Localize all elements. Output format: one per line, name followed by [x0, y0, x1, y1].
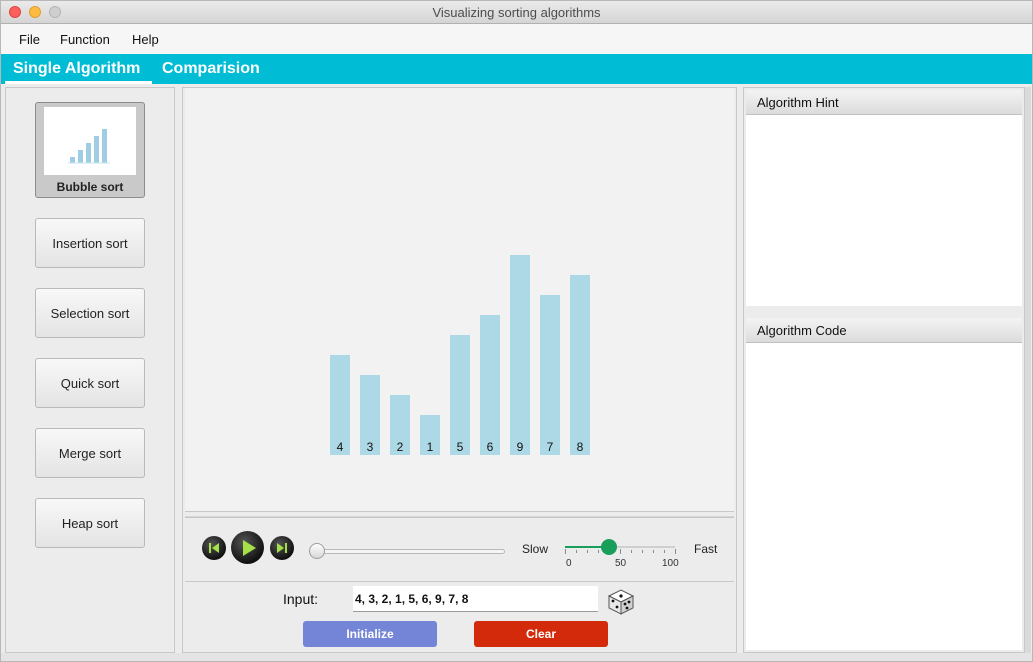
- insertion-sort-button[interactable]: Insertion sort: [35, 218, 145, 268]
- playback-controls: Slow 0 50 100 Fast: [185, 520, 734, 582]
- algorithm-list-panel: Bubble sort Insertion sort Selection sor…: [5, 87, 175, 653]
- heap-sort-button[interactable]: Heap sort: [35, 498, 145, 548]
- menu-help[interactable]: Help: [132, 32, 159, 47]
- speed-slow-label: Slow: [522, 542, 549, 556]
- value-bar-label: 8: [576, 440, 584, 454]
- speed-slider-thumb[interactable]: [601, 539, 617, 555]
- initialize-button[interactable]: Initialize: [303, 621, 437, 647]
- value-bar: [570, 275, 590, 455]
- window-title: Visualizing sorting algorithms: [432, 5, 601, 20]
- tab-single-algorithm[interactable]: Single Algorithm: [13, 60, 140, 78]
- speed-tick-label-mid: 50: [615, 558, 627, 569]
- speed-slider-track[interactable]: [565, 546, 675, 548]
- algorithm-hint-header: Algorithm Hint: [746, 90, 1022, 115]
- bubble-sort-button[interactable]: Bubble sort: [35, 102, 145, 198]
- heap-sort-label: Heap sort: [61, 515, 119, 531]
- value-bar-label: 3: [366, 440, 374, 454]
- speed-tick-label-min: 0: [566, 558, 572, 569]
- step-progress-slider[interactable]: [313, 549, 505, 554]
- tab-bar: Single Algorithm Comparision: [1, 54, 1032, 84]
- speed-fast-label: Fast: [694, 542, 718, 556]
- speed-tick: [675, 549, 676, 554]
- value-bar-label: 9: [516, 440, 524, 454]
- speed-tick: [642, 550, 643, 553]
- value-bar: [510, 255, 530, 455]
- value-bar-label: 5: [456, 440, 464, 454]
- quick-sort-label: Quick sort: [60, 375, 120, 391]
- clear-button-label: Clear: [525, 627, 557, 641]
- merge-sort-button[interactable]: Merge sort: [35, 428, 145, 478]
- speed-tick: [576, 550, 577, 553]
- insertion-sort-label: Insertion sort: [52, 235, 128, 251]
- step-progress-thumb[interactable]: [309, 543, 325, 559]
- value-bar-label: 1: [426, 440, 434, 454]
- menu-bar: File Function Help: [1, 24, 1032, 54]
- value-bar-label: 7: [546, 440, 554, 454]
- active-tab-indicator: [5, 81, 152, 84]
- value-bar-label: 6: [486, 440, 494, 454]
- speed-tick: [631, 550, 632, 553]
- quick-sort-button[interactable]: Quick sort: [35, 358, 145, 408]
- bar-chart-thumbnail-icon: [44, 107, 136, 175]
- title-bar: Visualizing sorting algorithms: [1, 1, 1032, 24]
- selection-sort-label: Selection sort: [50, 305, 130, 321]
- speed-tick: [620, 549, 621, 554]
- input-label: Input:: [283, 591, 319, 607]
- tab-comparision[interactable]: Comparision: [162, 60, 260, 78]
- algorithm-code-header: Algorithm Code: [746, 318, 1022, 343]
- app-window: Visualizing sorting algorithms File Func…: [0, 0, 1033, 662]
- selection-sort-button[interactable]: Selection sort: [35, 288, 145, 338]
- dice-random-icon[interactable]: [605, 586, 637, 616]
- skip-previous-icon[interactable]: [202, 536, 226, 560]
- clear-button[interactable]: Clear: [474, 621, 608, 647]
- value-bar: [480, 315, 500, 455]
- bar-visualization-canvas: 4 3 2 1 5 6 9 7 8: [185, 88, 734, 512]
- algorithm-code-body: [746, 343, 1022, 650]
- divider: [185, 516, 734, 518]
- menu-file[interactable]: File: [19, 32, 40, 47]
- speed-tick: [653, 550, 654, 553]
- bubble-sort-label: Bubble sort: [56, 180, 124, 194]
- algorithm-hint-body: [746, 115, 1022, 306]
- play-icon[interactable]: [231, 531, 264, 564]
- menu-function[interactable]: Function: [60, 32, 110, 47]
- value-bar: [450, 335, 470, 455]
- speed-tick: [587, 550, 588, 553]
- input-row: Input: Initialize Clear: [185, 582, 734, 652]
- merge-sort-label: Merge sort: [58, 445, 122, 461]
- value-bar-label: 2: [396, 440, 404, 454]
- skip-next-icon[interactable]: [270, 536, 294, 560]
- visualization-panel: 4 3 2 1 5 6 9 7 8 Slow 0 50 100 Fast Input: 4, 3…: [182, 87, 737, 653]
- initialize-button-label: Initialize: [346, 627, 394, 641]
- window-bottom-edge: [1, 653, 1032, 661]
- value-bar-label: 4: [336, 440, 344, 454]
- speed-tick: [664, 550, 665, 553]
- speed-tick-label-max: 100: [662, 558, 679, 569]
- scrollbar[interactable]: [1025, 87, 1031, 653]
- value-bar: [540, 295, 560, 455]
- speed-tick: [565, 549, 566, 554]
- info-panel: Algorithm Hint Algorithm Code: [743, 87, 1025, 653]
- array-input-field[interactable]: [353, 586, 598, 612]
- speed-tick: [598, 550, 599, 553]
